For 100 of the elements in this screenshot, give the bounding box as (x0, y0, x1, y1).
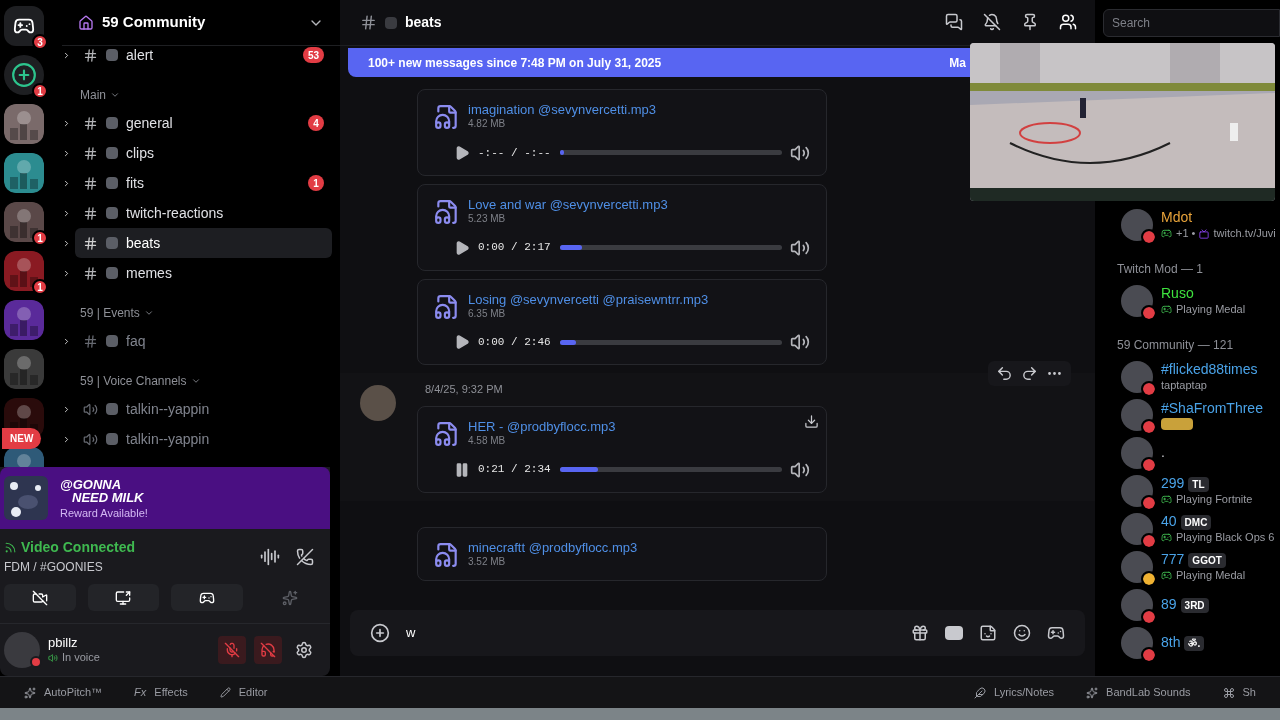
channel-item[interactable]: general 4 (75, 108, 332, 138)
unmute-button[interactable] (218, 636, 246, 664)
volume-icon[interactable] (790, 332, 810, 353)
channel-item[interactable]: twitch-reactions (75, 198, 332, 228)
members-icon[interactable] (1059, 13, 1077, 31)
add-server-icon[interactable] (4, 55, 44, 95)
category-label[interactable]: 59 | Events (80, 304, 140, 322)
channel-item[interactable]: talkin--yappin (75, 394, 332, 424)
member-name[interactable]: #flicked88times (1161, 361, 1258, 379)
sparkles-icon (24, 686, 36, 699)
member-activity: Playing Fortnite (1176, 492, 1253, 507)
member-name[interactable]: 777 (1161, 551, 1185, 569)
share-screen-button[interactable] (87, 584, 159, 611)
toolbar-button[interactable]: Fx Effects (126, 684, 196, 701)
member-name[interactable]: . (1161, 444, 1165, 462)
member-name[interactable]: 40 (1161, 513, 1177, 531)
playback-time: 0:21 / 2:34 (478, 462, 552, 478)
channel-item[interactable]: fits 1 (75, 168, 332, 198)
toolbar-button[interactable]: BandLab Sounds (1078, 684, 1199, 701)
gift-icon[interactable] (911, 624, 929, 642)
toolbar-button[interactable]: AutoPitch™ (16, 684, 111, 701)
channel-item[interactable]: clips (75, 138, 332, 168)
camera-off-button[interactable] (4, 584, 76, 611)
avatar[interactable] (1121, 437, 1153, 469)
undeafen-button[interactable] (254, 636, 282, 664)
playback-time: 0:00 / 2:46 (478, 335, 552, 350)
member-name[interactable]: 299 (1161, 475, 1185, 493)
play-icon[interactable] (454, 239, 470, 256)
muted-bell-icon[interactable] (983, 13, 1001, 31)
voice-channel-name[interactable]: FDM / #GOONIES (4, 558, 260, 576)
avatar[interactable] (1121, 285, 1153, 317)
member-name[interactable]: Ruso (1161, 285, 1194, 303)
toolbar-button[interactable]: Lyrics/Notes (966, 684, 1063, 701)
disconnect-icon[interactable] (296, 547, 314, 566)
add-attachment-icon[interactable] (370, 623, 390, 643)
message-composer[interactable]: w (350, 610, 1085, 656)
member-name[interactable]: Mdot (1161, 209, 1193, 227)
pause-icon[interactable] (454, 461, 470, 478)
emoji-icon[interactable] (1013, 624, 1031, 642)
new-messages-banner[interactable]: 100+ new messages since 7:48 PM on July 31, 2025 Ma (348, 48, 970, 77)
headphones-off-icon (260, 642, 276, 658)
avatar[interactable] (1121, 627, 1153, 659)
seek-track[interactable] (560, 245, 782, 250)
file-link[interactable]: Love and war @sevynvercetti.mp3 (468, 196, 668, 213)
member-name[interactable]: 89 (1161, 596, 1177, 614)
avatar[interactable] (1121, 513, 1153, 545)
member-name[interactable]: 8th (1161, 634, 1181, 652)
play-icon[interactable] (454, 144, 470, 161)
toolbar-button[interactable]: Sh (1214, 684, 1264, 701)
message-input[interactable]: w (406, 623, 895, 643)
reply-icon[interactable] (996, 365, 1013, 383)
file-size: 3.52 MB (468, 555, 507, 569)
play-icon[interactable] (454, 334, 470, 351)
forward-icon[interactable] (1021, 365, 1038, 383)
pin-icon[interactable] (1021, 13, 1039, 31)
channel-item[interactable]: faq (75, 326, 332, 356)
category-label[interactable]: 59 | Voice Channels (80, 372, 187, 390)
avatar[interactable] (1121, 551, 1153, 583)
file-link[interactable]: HER - @prodbyflocc.mp3 (468, 418, 616, 435)
caret-icon (62, 178, 71, 188)
seek-track[interactable] (560, 150, 782, 156)
seek-track[interactable] (560, 339, 782, 345)
signal-icon (4, 541, 17, 554)
new-pill[interactable]: NEW (2, 428, 42, 449)
avatar[interactable] (1121, 399, 1153, 431)
file-link[interactable]: imagination @sevynvercetti.mp3 (468, 102, 657, 119)
threads-icon[interactable] (945, 13, 963, 31)
promo-title: @GONNA (60, 477, 123, 491)
channel-item[interactable]: beats (75, 228, 332, 258)
member-activity: Playing Medal (1176, 302, 1246, 317)
username[interactable]: pbillz (48, 635, 210, 652)
file-link[interactable]: minecraftt @prodbyflocc.mp3 (468, 539, 638, 556)
avatar[interactable] (1121, 361, 1153, 393)
channel-item[interactable]: memes (75, 258, 332, 288)
avatar[interactable] (1121, 209, 1153, 241)
gamepad-icon[interactable] (1047, 624, 1065, 642)
chevron-icon (110, 90, 120, 100)
avatar[interactable] (1121, 589, 1153, 621)
volume-icon[interactable] (790, 142, 810, 163)
avatar[interactable] (1121, 475, 1153, 507)
file-link[interactable]: Losing @sevynvercetti @praisewntrr.mp3 (468, 291, 709, 308)
activity-button[interactable] (171, 584, 243, 611)
hash-icon (83, 47, 98, 63)
sticker-icon[interactable] (979, 624, 997, 642)
category-label[interactable]: Main (80, 86, 106, 104)
promo-banner[interactable]: @GONNA NEED MILK Reward Available! (0, 467, 330, 529)
toolbar-button[interactable]: Editor (211, 684, 276, 701)
member-group-header: Twitch Mod — 1 (1116, 261, 1205, 278)
seek-track[interactable] (560, 467, 782, 472)
connection-status[interactable]: Video Connected (21, 537, 136, 558)
volume-icon[interactable] (790, 237, 810, 258)
channel-item[interactable]: talkin--yappin (75, 424, 332, 454)
audio-file-icon (434, 104, 460, 130)
volume-icon[interactable] (790, 459, 810, 480)
gamepad-icon (1161, 228, 1172, 240)
audio-wave-icon[interactable] (260, 546, 280, 567)
mark-read-link[interactable]: Ma (949, 53, 966, 72)
search-field[interactable]: Search (1103, 9, 1280, 37)
notification-count: 1 (32, 279, 46, 295)
member-name[interactable]: #ShaFromThree (1161, 400, 1263, 418)
